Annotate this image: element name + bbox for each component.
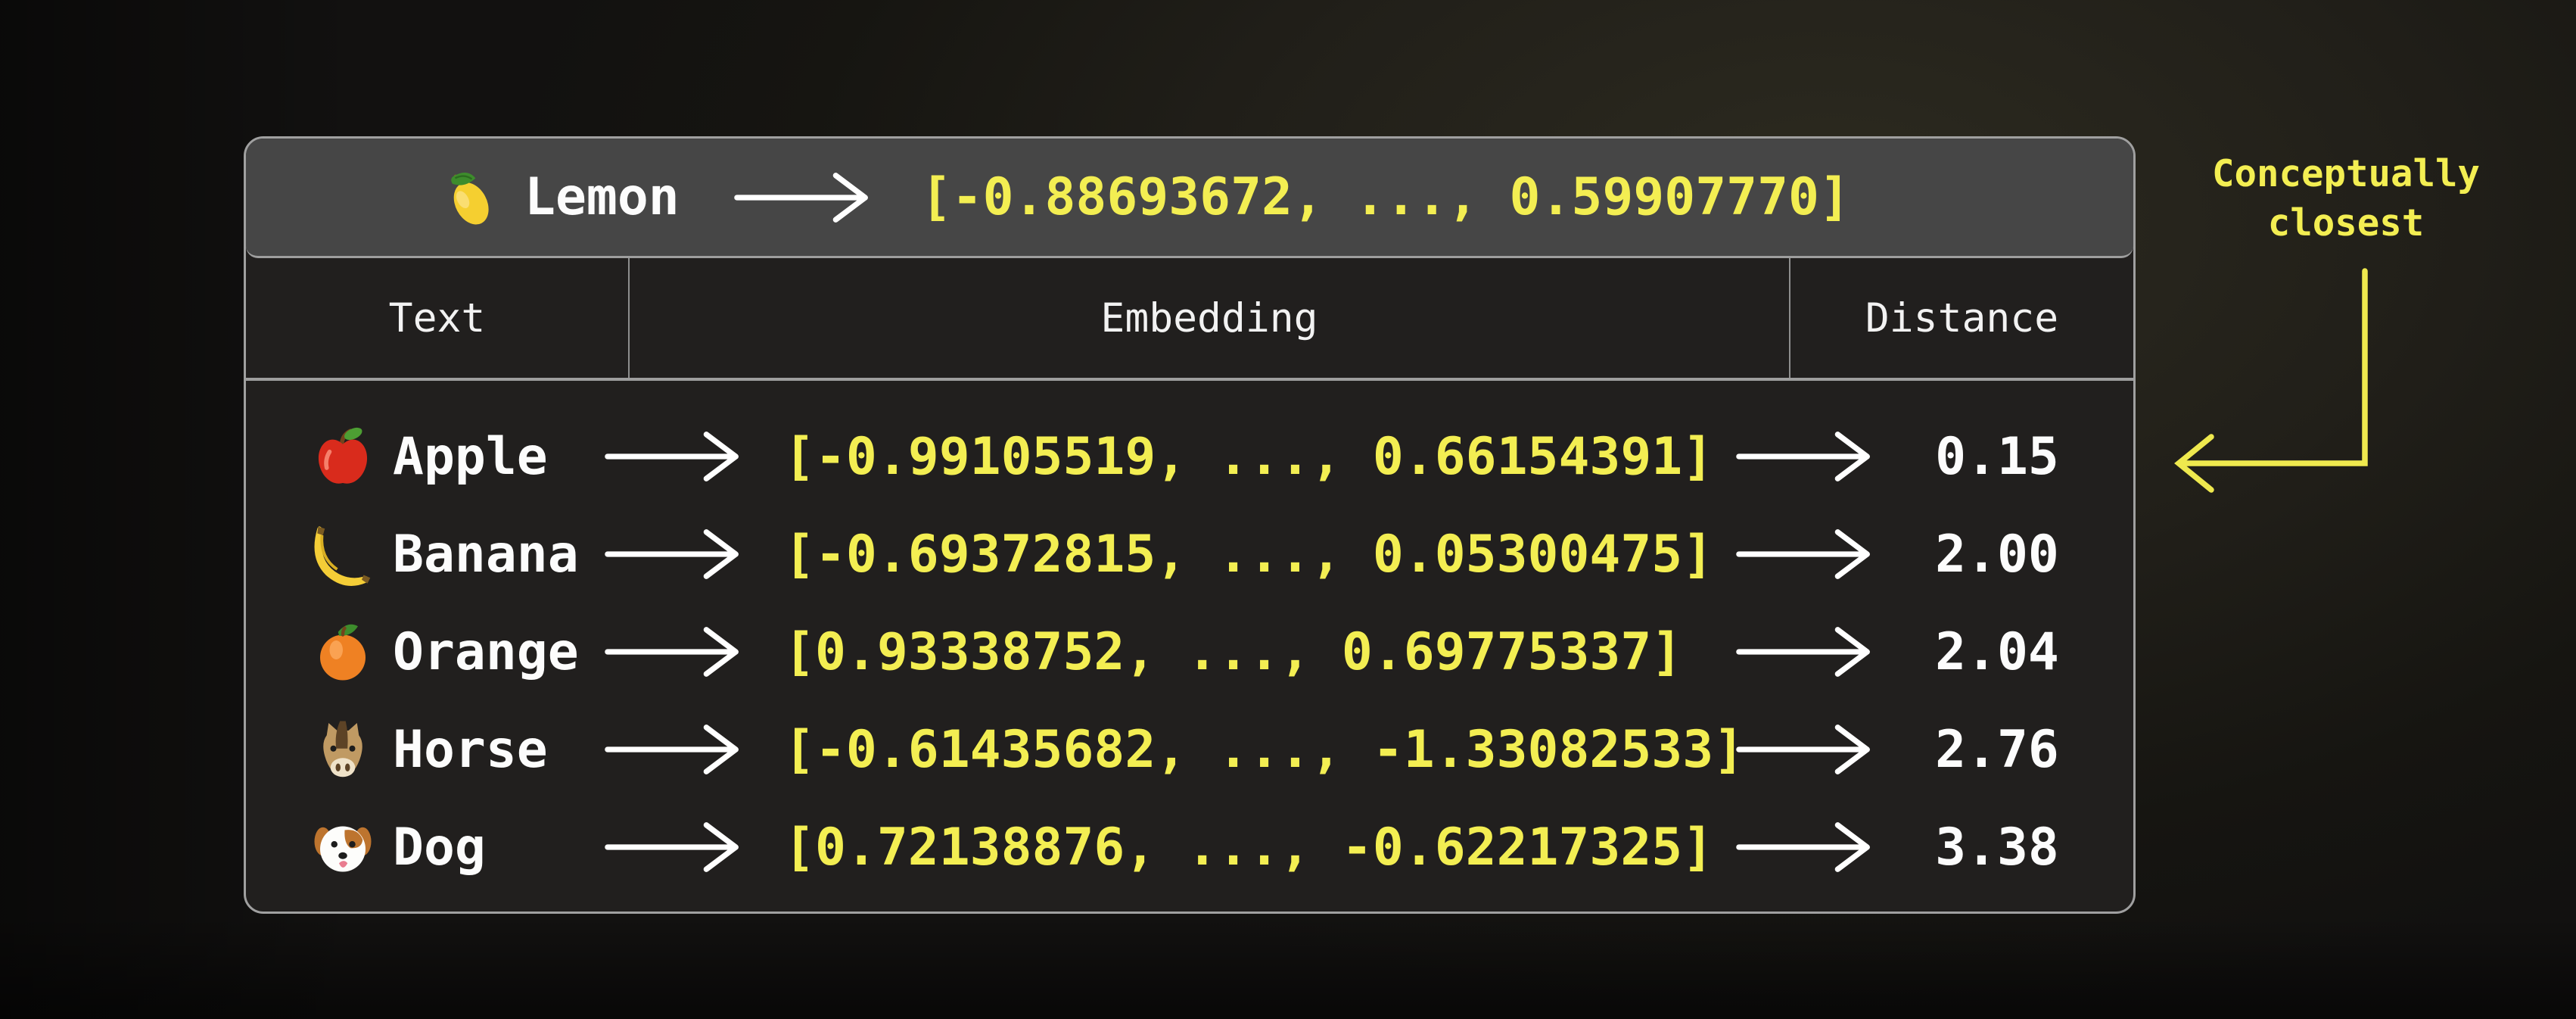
right-arrow-icon xyxy=(1736,817,1895,877)
query-label: Lemon xyxy=(524,167,680,227)
distance-value: 0.15 xyxy=(1895,427,2133,487)
distance-value: 2.76 xyxy=(1895,720,2133,780)
table-row: Apple [-0.99105519, ..., 0.66154391] 0.1… xyxy=(246,420,2133,493)
embedding-value: [-0.61435682, ..., -1.33082533] xyxy=(764,720,1736,780)
apple-emoji-icon xyxy=(305,422,381,491)
conceptually-closest-annotation: Conceptually closest xyxy=(2172,150,2520,248)
right-arrow-icon xyxy=(605,817,764,877)
right-arrow-icon xyxy=(1736,622,1895,682)
item-label: Banana xyxy=(393,525,605,584)
horse-emoji-icon xyxy=(305,715,381,784)
item-label: Horse xyxy=(393,720,605,780)
distance-value: 2.04 xyxy=(1895,622,2133,682)
right-arrow-icon xyxy=(605,719,764,780)
table-body: Apple [-0.99105519, ..., 0.66154391] 0.1… xyxy=(246,381,2133,911)
column-header-text: Text xyxy=(246,258,628,378)
query-row: Lemon [-0.88693672, ..., 0.59907770] xyxy=(246,139,2133,258)
right-arrow-icon xyxy=(1736,719,1895,780)
embedding-table-card: Lemon [-0.88693672, ..., 0.59907770] Tex… xyxy=(244,136,2136,914)
right-arrow-icon xyxy=(1736,426,1895,487)
table-row: Dog [0.72138876, ..., -0.62217325] 3.38 xyxy=(246,811,2133,883)
right-arrow-icon xyxy=(605,524,764,584)
right-arrow-icon xyxy=(605,426,764,487)
right-arrow-icon xyxy=(734,167,874,228)
item-label: Dog xyxy=(393,818,605,877)
embedding-diagram-canvas: { "query_row": { "emoji_name": "lemon", … xyxy=(0,0,2576,1019)
annotation-line1: Conceptually xyxy=(2172,150,2520,199)
embedding-value: [-0.69372815, ..., 0.05300475] xyxy=(764,525,1736,584)
item-label: Orange xyxy=(393,622,605,682)
column-header-embedding: Embedding xyxy=(628,258,1790,378)
table-header: Text Embedding Distance xyxy=(246,258,2133,381)
dog-emoji-icon xyxy=(305,813,381,881)
column-header-distance: Distance xyxy=(1790,258,2133,378)
annotation-line2: closest xyxy=(2172,199,2520,248)
embedding-value: [0.72138876, ..., -0.62217325] xyxy=(764,818,1736,877)
table-row: Orange [0.93338752, ..., 0.69775337] 2.0… xyxy=(246,615,2133,688)
right-arrow-icon xyxy=(1736,524,1895,584)
orange-emoji-icon xyxy=(305,618,381,686)
distance-value: 2.00 xyxy=(1895,525,2133,584)
table-row: Horse [-0.61435682, ..., -1.33082533] 2.… xyxy=(246,713,2133,786)
item-label: Apple xyxy=(393,427,605,487)
distance-value: 3.38 xyxy=(1895,818,2133,877)
embedding-value: [-0.99105519, ..., 0.66154391] xyxy=(764,427,1736,487)
elbow-arrow-icon xyxy=(2161,265,2388,503)
query-embedding-value: [-0.88693672, ..., 0.59907770] xyxy=(921,167,1850,227)
query-emoji-icon xyxy=(435,163,505,232)
embedding-value: [0.93338752, ..., 0.69775337] xyxy=(764,622,1736,682)
table-row: Banana [-0.69372815, ..., 0.05300475] 2.… xyxy=(246,518,2133,591)
right-arrow-icon xyxy=(605,622,764,682)
banana-emoji-icon xyxy=(305,520,381,588)
